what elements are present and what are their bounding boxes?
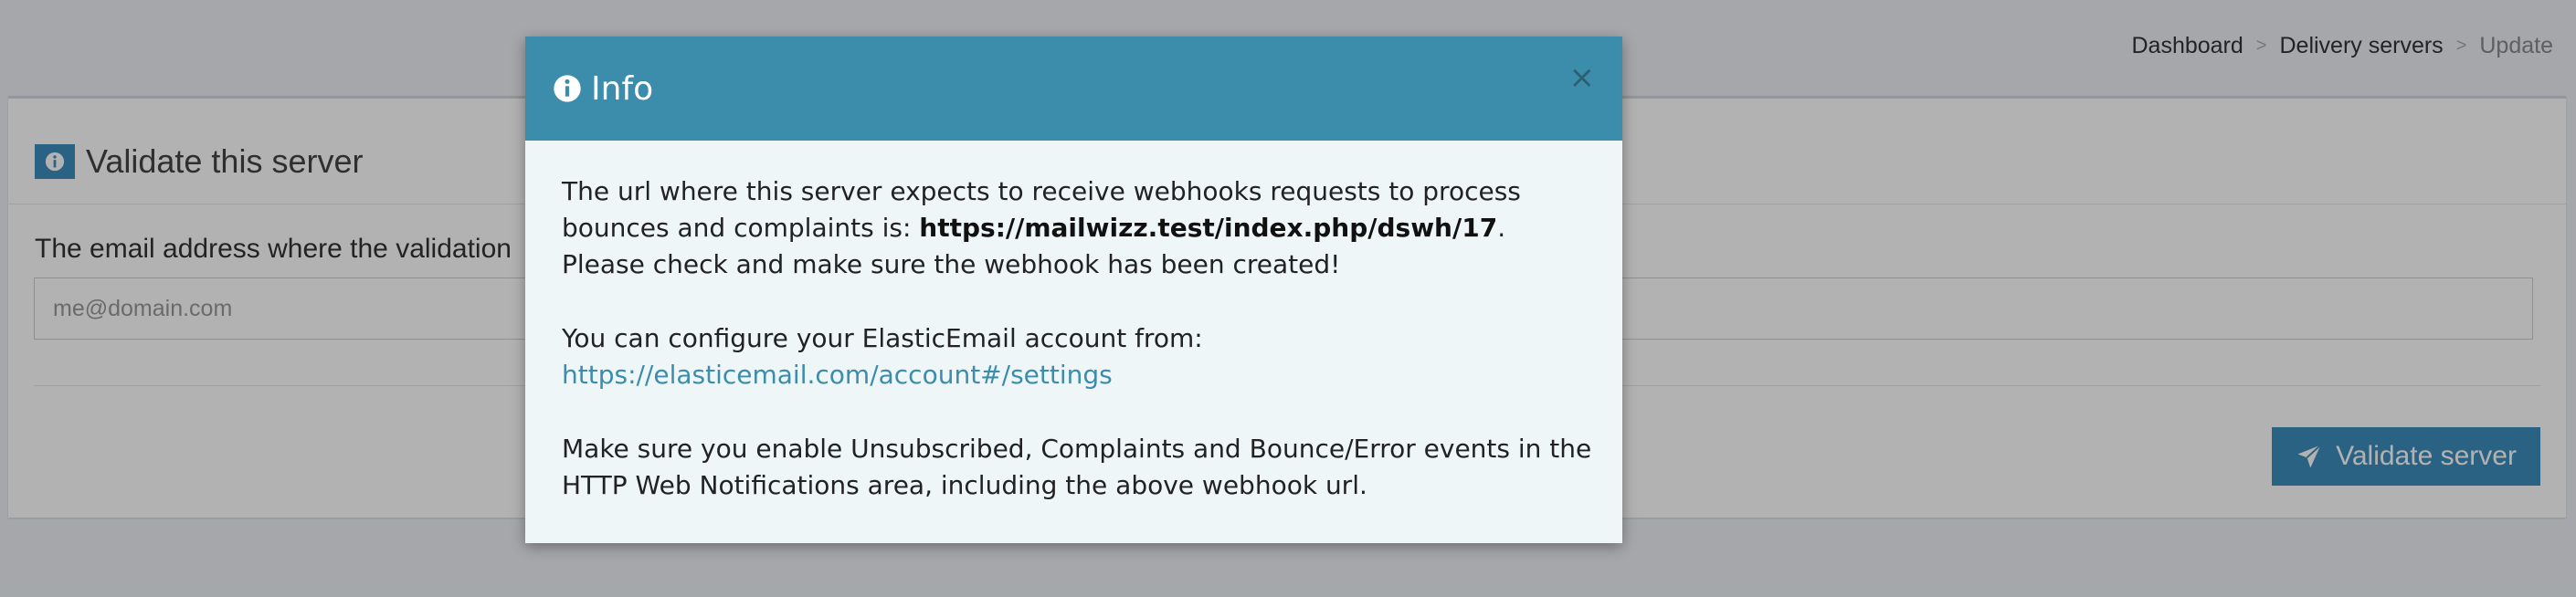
modal-body: The url where this server expects to rec…	[562, 173, 1594, 541]
webhook-url: https://mailwizz.test/index.php/dswh/17	[919, 213, 1498, 243]
configure-text: You can configure your ElasticEmail acco…	[562, 323, 1203, 353]
elasticemail-settings-link[interactable]: https://elasticemail.com/account#/settin…	[562, 360, 1113, 390]
info-modal: Info × The url where this server expects…	[525, 37, 1622, 543]
events-paragraph: Make sure you enable Unsubscribed, Compl…	[562, 434, 1592, 500]
modal-header: Info ×	[525, 37, 1622, 141]
webhook-paragraph: The url where this server expects to rec…	[562, 173, 1594, 283]
modal-title-text: Info	[591, 69, 654, 108]
info-circle-icon	[554, 75, 581, 102]
configure-paragraph: You can configure your ElasticEmail acco…	[562, 320, 1594, 393]
close-button[interactable]: ×	[1569, 62, 1596, 93]
modal-title: Info	[553, 70, 653, 108]
